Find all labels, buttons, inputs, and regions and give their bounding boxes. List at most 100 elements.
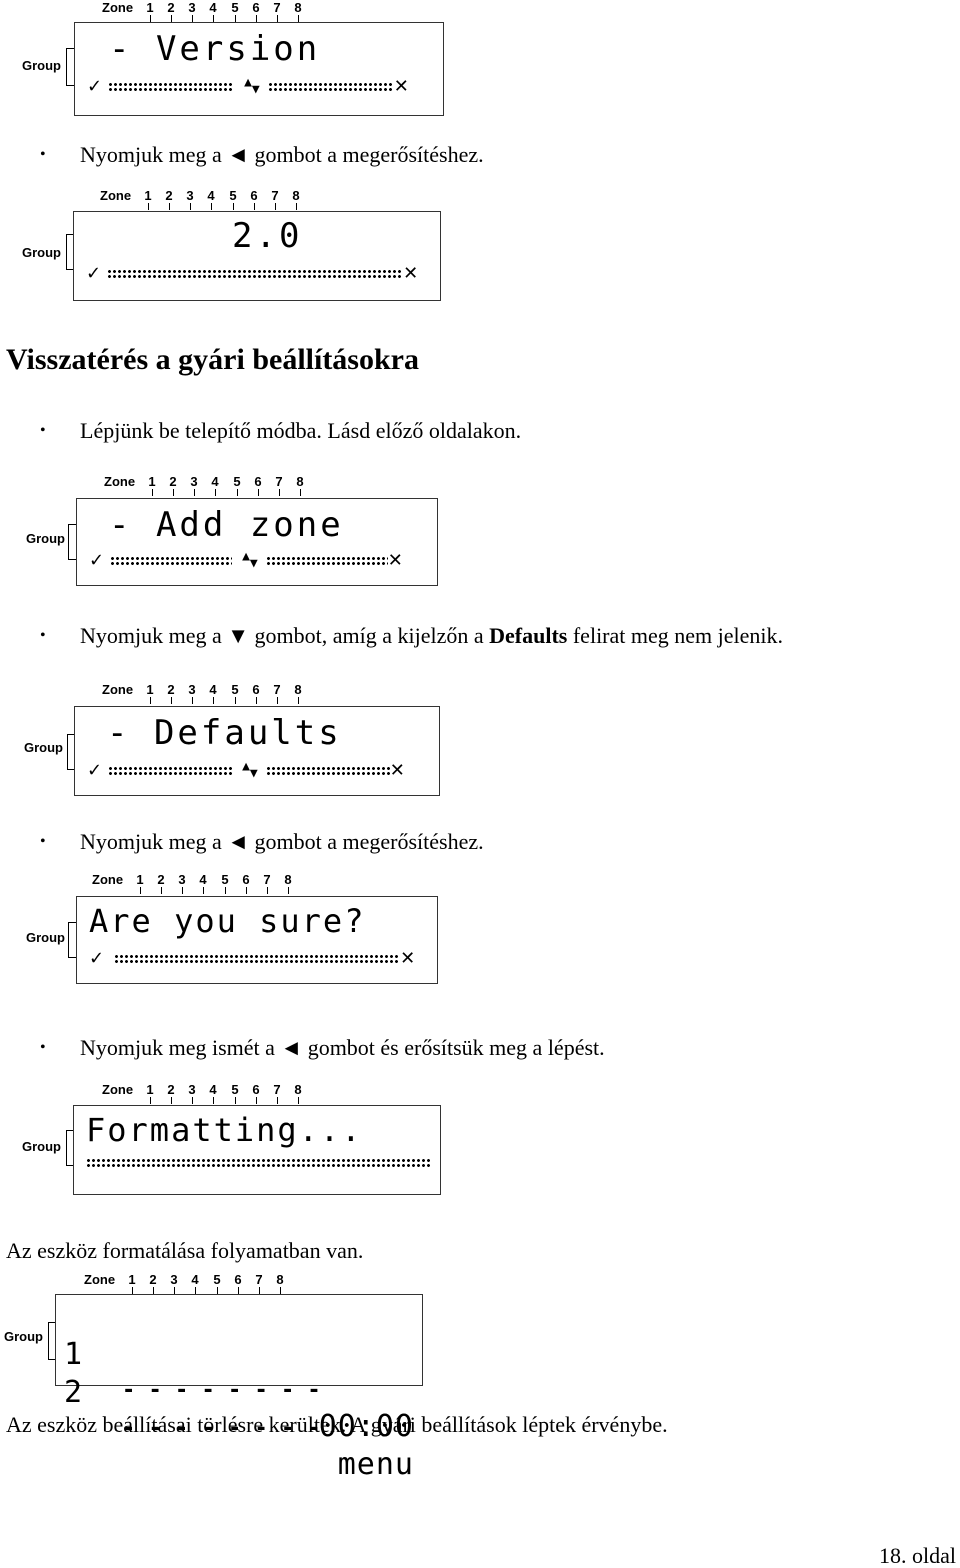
down-arrow-icon: ▼ — [249, 766, 258, 781]
lcd-line-1: 2.0 — [232, 216, 303, 256]
lcd-screen: - Version ✓ ▲ ▼ ✕ — [74, 22, 444, 116]
zone-ruler: Zone 1 2 3 4 5 6 7 8 — [92, 872, 342, 894]
zone-number: 2 — [167, 0, 175, 15]
cancel-icon: ✕ — [400, 948, 416, 969]
zone-number: 1 — [128, 1272, 136, 1287]
paragraph: Az eszköz formatálása folyamatban van. — [6, 1238, 364, 1263]
group-label: Group — [4, 1329, 43, 1344]
lcd-display-add-zone: Zone 1 2 3 4 5 6 7 8 Group - Add zone ✓ … — [26, 474, 456, 594]
zone-number: 4 — [209, 682, 217, 697]
menu-label: menu — [337, 1447, 414, 1482]
zone-number: 2 — [149, 1272, 157, 1287]
zone-number: 3 — [178, 872, 186, 887]
zone-label: Zone — [84, 1272, 116, 1287]
lcd-display-confirm: Zone 1 2 3 4 5 6 7 8 Group Are you sure?… — [26, 872, 456, 992]
bullet-icon: • — [40, 1039, 46, 1056]
bullet-text-part: Nyomjuk meg a ▼ gombot, amíg a kijelzőn … — [80, 623, 490, 648]
zone-number: 3 — [188, 0, 196, 15]
zone-label: Zone — [102, 682, 134, 697]
zone-number: 7 — [273, 1082, 281, 1097]
zone-number: 3 — [186, 188, 194, 203]
zone-number: 1 — [136, 872, 144, 887]
check-icon: ✓ — [86, 263, 102, 284]
zone-number: 6 — [254, 474, 262, 489]
lcd-line-1: Formatting... — [86, 1111, 363, 1149]
zone-number: 8 — [294, 1082, 302, 1097]
check-icon: ✓ — [87, 760, 103, 781]
zone-ruler: Zone 1 2 3 4 5 6 7 8 — [102, 682, 352, 704]
zone-number: 6 — [250, 188, 258, 203]
check-icon: ✓ — [89, 948, 105, 969]
bullet-icon: • — [40, 146, 46, 163]
lcd-line-1: Are you sure? — [89, 902, 366, 940]
group-label: Group — [26, 930, 65, 945]
zone-ruler: Zone 1 2 3 4 5 6 7 8 — [102, 0, 352, 22]
zone-number: 5 — [231, 682, 239, 697]
bullet-text-part: felirat meg nem jelenik. — [567, 623, 783, 648]
zone-number: 8 — [294, 0, 302, 15]
paragraph: Az eszköz beállításai törlésre kerültek.… — [6, 1412, 668, 1437]
zone-number: 2 — [167, 682, 175, 697]
zone-number: 3 — [188, 1082, 196, 1097]
zone-number: 3 — [190, 474, 198, 489]
cancel-icon: ✕ — [389, 760, 405, 781]
lcd-line-2: ✓ ✕ — [86, 264, 418, 284]
zone-number: 8 — [296, 474, 304, 489]
zone-number: 8 — [292, 188, 300, 203]
zone-number: 1 — [146, 1082, 154, 1097]
cancel-icon: ✕ — [393, 76, 409, 97]
check-icon: ✓ — [87, 76, 103, 97]
zone-label: Zone — [102, 1082, 134, 1097]
zone-number: 7 — [275, 474, 283, 489]
bullet-text: Nyomjuk meg a ◄ gombot a megerősítéshez. — [80, 142, 484, 167]
zone-number: 6 — [234, 1272, 242, 1287]
lcd-display-defaults: Zone 1 2 3 4 5 6 7 8 Group - Defaults ✓ … — [24, 682, 454, 802]
zone-number: 4 — [199, 872, 207, 887]
group-bracket — [68, 524, 76, 560]
zone-number: 1 — [146, 0, 154, 15]
zone-label: Zone — [104, 474, 136, 489]
down-arrow-icon: ▼ — [251, 82, 260, 97]
bullet-icon: • — [40, 627, 46, 644]
zone-label: Zone — [100, 188, 132, 203]
lcd-screen: Are you sure? ✓ ✕ — [76, 896, 438, 984]
lcd-line-2 — [86, 1158, 432, 1168]
zone-number: 5 — [231, 1082, 239, 1097]
lcd-display-home: Zone 1 2 3 4 5 6 7 8 Group 1 - - - - - -… — [4, 1272, 434, 1482]
page-number: 18. oldal — [879, 1543, 956, 1568]
progress-dots — [86, 1158, 432, 1168]
cancel-icon: ✕ — [387, 550, 403, 571]
bullet-text: Nyomjuk meg a ◄ gombot a megerősítéshez. — [80, 829, 484, 854]
lcd-line-1: - Add zone — [109, 505, 344, 545]
zone-number: 3 — [170, 1272, 178, 1287]
lcd-line-2: ✓ ✕ — [89, 949, 415, 969]
group-bracket — [68, 922, 76, 958]
lcd-display-formatting: Zone 1 2 3 4 5 6 7 8 Group Formatting... — [22, 1082, 452, 1202]
zone-number: 3 — [188, 682, 196, 697]
check-icon: ✓ — [89, 550, 105, 571]
lcd-screen: 1 - - - - - - - - 00:00 2 - - - - - - - … — [55, 1294, 423, 1482]
zone-number: 6 — [252, 0, 260, 15]
zone-ruler: Zone 1 2 3 4 5 6 7 8 — [84, 1272, 334, 1294]
lcd-line-1: - Defaults — [107, 713, 342, 753]
zone-number: 5 — [233, 474, 241, 489]
lcd-line-2: ✓ ▲ ▼ ✕ — [87, 76, 409, 97]
zone-number: 8 — [294, 682, 302, 697]
zone-number: 2 — [157, 872, 165, 887]
zone-number: 5 — [213, 1272, 221, 1287]
up-arrow-icon: ▲ — [242, 549, 250, 564]
cancel-icon: ✕ — [403, 263, 419, 284]
group-number: 2 — [64, 1375, 83, 1410]
section-heading: Visszatérés a gyári beállításokra — [6, 343, 419, 376]
lcd-line-2: ✓ ▲ ▼ ✕ — [89, 549, 403, 571]
zone-number: 5 — [231, 0, 239, 15]
zone-number: 6 — [242, 872, 250, 887]
zone-number: 7 — [263, 872, 271, 887]
lcd-screen: - Defaults ✓ ▲ ▼ ✕ — [74, 706, 440, 796]
bullet-icon: • — [40, 422, 46, 439]
zone-number: 4 — [209, 1082, 217, 1097]
lcd-line-1: - Version — [109, 29, 321, 69]
zone-number: 5 — [221, 872, 229, 887]
zone-number: 1 — [144, 188, 152, 203]
zone-number: 4 — [211, 474, 219, 489]
